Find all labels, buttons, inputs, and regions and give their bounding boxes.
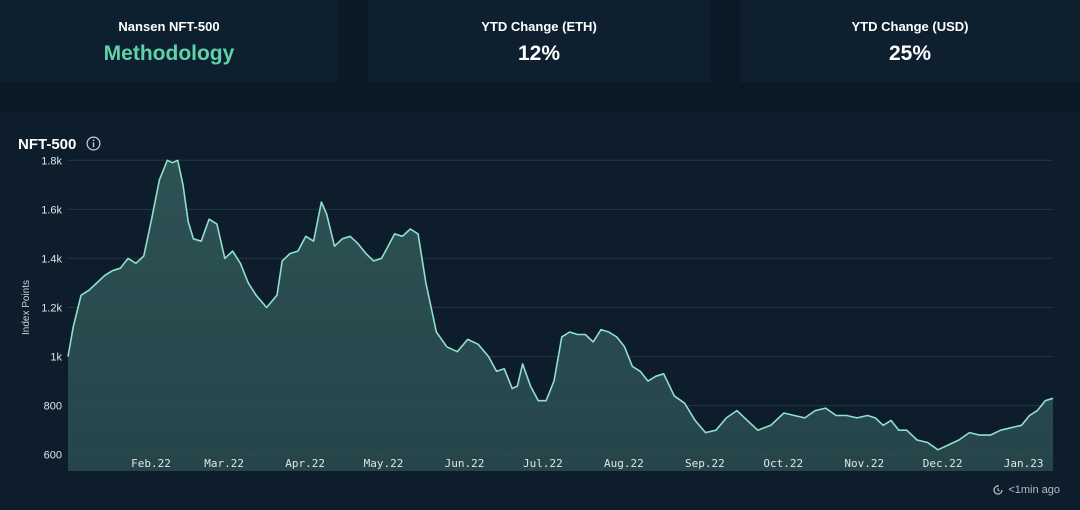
ytd-usd-value: 25%: [888, 42, 932, 65]
y-axis-label: Index Points: [21, 280, 32, 335]
ytd-usd-label: YTD Change (USD): [851, 19, 969, 34]
x-tick-label: Mar.22: [204, 457, 244, 470]
y-tick-label: 1.4k: [41, 253, 62, 265]
index-name-label: Nansen NFT-500: [118, 19, 220, 34]
series-area: [68, 160, 1053, 472]
x-tick-label: Oct.22: [763, 457, 803, 470]
methodology-link[interactable]: Methodology: [0, 42, 338, 66]
x-tick-label: Jul.22: [523, 457, 563, 470]
y-tick-label: 1.6k: [41, 204, 62, 216]
ytd-usd-card: YTD Change (USD) 25%: [740, 0, 1080, 82]
x-tick-label: Sep.22: [685, 457, 725, 470]
x-tick-label: Dec.22: [923, 457, 963, 470]
x-tick-label: Jan.23: [1004, 457, 1044, 470]
y-tick-label: 800: [44, 401, 62, 413]
y-tick-label: 600: [44, 450, 62, 462]
y-tick-label: 1.8k: [41, 155, 62, 167]
ytd-eth-card: YTD Change (ETH) 12%: [368, 0, 710, 82]
methodology-card: Nansen NFT-500 Methodology: [0, 0, 338, 82]
x-tick-label: Aug.22: [604, 457, 644, 470]
ytd-eth-value: 12%: [517, 42, 561, 65]
ytd-eth-label: YTD Change (ETH): [481, 19, 597, 34]
x-tick-label: May.22: [364, 457, 404, 470]
nft-500-chart: 1.8k 1.6k 1.4k 1.2k 1k 800 600 Feb.22 Mar.22 Apr…: [21, 155, 1054, 472]
area-layer: [67, 159, 1054, 472]
x-tick-label: Nov.22: [844, 457, 884, 470]
x-tick-label: Jun.22: [445, 457, 485, 470]
y-axis: 1.8k 1.6k 1.4k 1.2k 1k 800 600: [41, 155, 62, 461]
x-tick-label: Feb.22: [131, 457, 171, 470]
y-tick-label: 1.2k: [41, 303, 62, 315]
y-tick-label: 1k: [50, 352, 62, 364]
x-tick-label: Apr.22: [285, 457, 325, 470]
